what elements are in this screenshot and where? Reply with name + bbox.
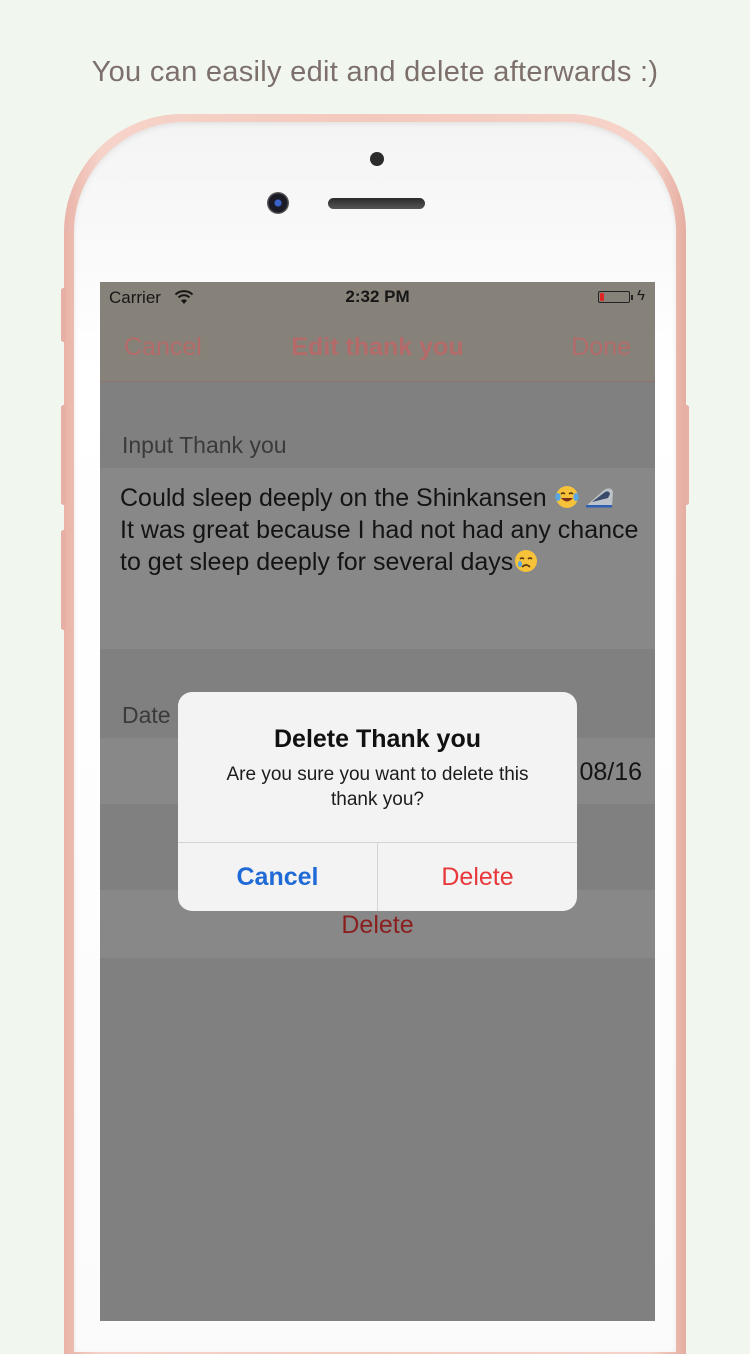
alert-delete-button[interactable]: Delete [378, 843, 577, 911]
input-section-label: Input Thank you [122, 432, 287, 458]
front-camera [267, 192, 289, 214]
navigation-bar: Cancel Edit thank you Done [100, 312, 655, 382]
face-with-tears-of-joy-emoji [555, 486, 579, 508]
alert-cancel-button[interactable]: Cancel [178, 843, 377, 911]
earpiece-speaker [328, 198, 425, 209]
screenshot-caption: You can easily edit and delete afterward… [91, 56, 659, 88]
thank-you-text-cell[interactable]: Could sleep deeply on the Shinkansen It … [100, 468, 655, 649]
delete-alert-dialog: Delete Thank you Are you sure you want t… [178, 692, 577, 911]
status-time: 2:32 PM [345, 287, 410, 306]
alert-message: Are you sure you want to delete this tha… [226, 764, 529, 810]
volume-down-button [61, 530, 66, 630]
alert-title: Delete Thank you [274, 725, 481, 753]
bullet-train-emoji [585, 488, 613, 508]
thank-you-text-line1: Could sleep deeply on the Shinkansen [120, 484, 554, 512]
power-button [684, 405, 689, 505]
battery-tip [631, 295, 633, 300]
crying-face-emoji [515, 550, 538, 572]
date-section-label: Date [122, 702, 171, 728]
proximity-sensor [370, 152, 384, 166]
mute-switch [61, 288, 66, 342]
date-value[interactable]: 08/16 [579, 758, 642, 787]
status-bar: Carrier 2:32 PM ϟ [100, 282, 655, 312]
thank-you-text-line2: It was great because I had not had any c… [120, 516, 639, 576]
battery-icon [598, 291, 630, 303]
nav-done-button[interactable]: Done [571, 333, 631, 362]
volume-up-button [61, 405, 66, 505]
charging-bolt-icon: ϟ [637, 287, 645, 304]
battery-level [600, 293, 604, 301]
thank-you-text[interactable]: Could sleep deeply on the Shinkansen It … [120, 482, 640, 578]
delete-button[interactable]: Delete [100, 911, 655, 940]
